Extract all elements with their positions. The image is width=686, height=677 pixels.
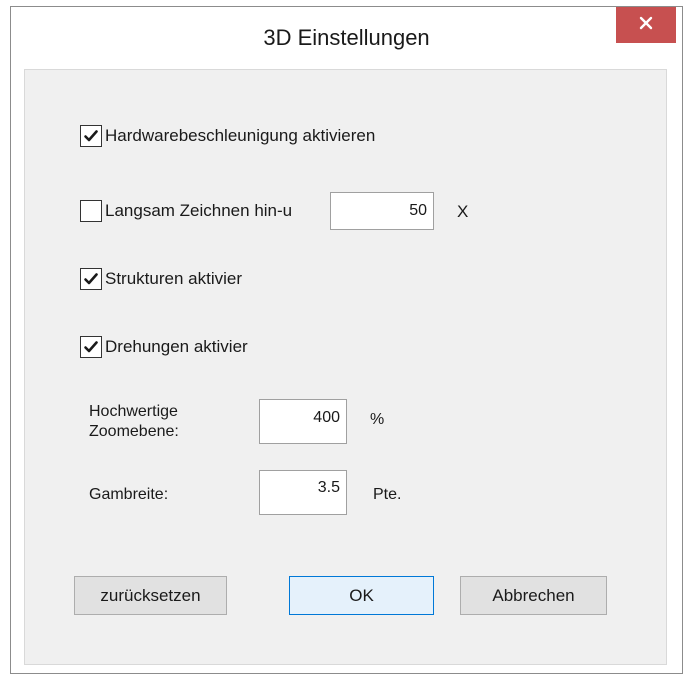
dialog-content: Hardwarebeschleunigung aktivieren Langsa…	[24, 69, 667, 665]
structures-checkbox[interactable]	[80, 268, 102, 290]
rotations-row: Drehungen aktivier	[80, 336, 248, 358]
close-button[interactable]	[616, 7, 676, 43]
close-icon	[639, 16, 653, 35]
hardware-acceleration-checkbox[interactable]	[80, 125, 102, 147]
hardware-acceleration-label: Hardwarebeschleunigung aktivieren	[105, 126, 376, 145]
slow-draw-checkbox[interactable]	[80, 200, 102, 222]
cancel-button[interactable]: Abbrechen	[460, 576, 607, 615]
slow-draw-unit: X	[457, 202, 469, 221]
rotations-label: Drehungen aktivier	[105, 337, 248, 356]
structures-row: Strukturen aktivier	[80, 268, 242, 290]
checkmark-icon	[84, 341, 98, 353]
dialog-window: 3D Einstellungen Hardwarebeschleunigung …	[10, 6, 683, 674]
ok-button[interactable]: OK	[289, 576, 434, 615]
gap-width-label: Gambreite:	[89, 486, 169, 503]
slow-draw-input[interactable]: 50	[330, 192, 434, 230]
hardware-acceleration-row: Hardwarebeschleunigung aktivieren	[80, 125, 375, 147]
rotations-checkbox[interactable]	[80, 336, 102, 358]
window-title: 3D Einstellungen	[263, 25, 430, 50]
zoom-unit: %	[370, 411, 385, 428]
zoom-label-line2: Zoomebene:	[89, 423, 179, 440]
zoom-level-input[interactable]: 400	[259, 399, 347, 444]
reset-button[interactable]: zurücksetzen	[74, 576, 227, 615]
checkmark-icon	[84, 273, 98, 285]
gap-width-unit: Pte.	[373, 486, 402, 503]
slow-draw-label: Langsam Zeichnen hin-u	[105, 201, 293, 220]
checkmark-icon	[84, 130, 98, 142]
structures-label: Strukturen aktivier	[105, 269, 242, 288]
zoom-label-line1: Hochwertige	[89, 403, 178, 420]
gap-width-input[interactable]: 3.5	[259, 470, 347, 515]
slow-draw-row: Langsam Zeichnen hin-u	[80, 200, 292, 222]
title-bar[interactable]: 3D Einstellungen	[11, 7, 682, 67]
zoom-label: Hochwertige Zoomebene:	[89, 402, 179, 442]
